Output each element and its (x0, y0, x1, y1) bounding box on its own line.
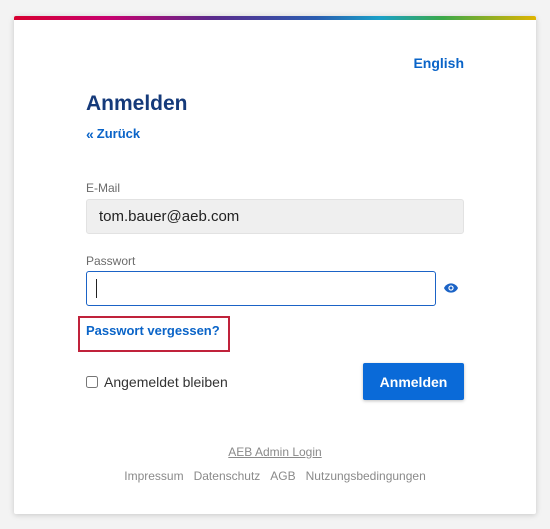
footer-link-datenschutz[interactable]: Datenschutz (194, 469, 261, 483)
password-label: Passwort (86, 254, 136, 268)
show-password-eye-icon[interactable] (443, 280, 459, 296)
login-card: English Anmelden « Zurück E-Mail tom.bau… (14, 16, 536, 514)
login-button[interactable]: Anmelden (363, 363, 464, 400)
footer-links: Impressum Datenschutz AGB Nutzungsbeding… (14, 469, 536, 483)
footer-link-nutzungsbedingungen[interactable]: Nutzungsbedingungen (306, 469, 426, 483)
back-link[interactable]: « Zurück (86, 126, 140, 141)
language-switch[interactable]: English (413, 55, 464, 71)
admin-login-link[interactable]: AEB Admin Login (14, 445, 536, 459)
remember-me-checkbox[interactable] (86, 376, 98, 388)
footer-link-impressum[interactable]: Impressum (124, 469, 183, 483)
forgot-password-link[interactable]: Passwort vergessen? (86, 323, 220, 338)
page-title: Anmelden (86, 92, 188, 115)
back-link-label: Zurück (96, 126, 141, 141)
brand-color-bar (14, 16, 536, 20)
email-field[interactable]: tom.bauer@aeb.com (86, 199, 464, 234)
remember-me-label: Angemeldet bleiben (104, 374, 228, 390)
double-chevron-left-icon: « (86, 125, 94, 142)
footer-link-agb[interactable]: AGB (270, 469, 295, 483)
password-field[interactable] (86, 271, 436, 306)
email-label: E-Mail (86, 181, 121, 195)
remember-me[interactable]: Angemeldet bleiben (86, 374, 228, 390)
text-caret (96, 279, 97, 298)
